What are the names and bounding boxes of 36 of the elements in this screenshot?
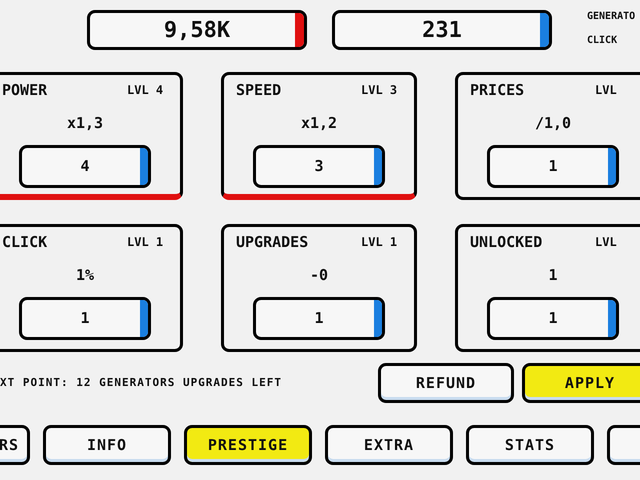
level-label: LVL — [595, 82, 617, 99]
level-label: LVL — [595, 234, 617, 251]
level-label: LVL 1 — [127, 234, 164, 251]
counter-label: CLICK — [587, 35, 618, 47]
effect-value: 1% — [76, 265, 94, 285]
counter-display: 231 — [332, 10, 552, 50]
effect-value: /1,0 — [534, 113, 572, 133]
points-field[interactable]: 4 — [19, 145, 151, 188]
level-label: LVL 3 — [361, 82, 398, 99]
tab[interactable]: PRESTIGE — [184, 425, 312, 465]
points-field[interactable]: 1 — [487, 297, 619, 340]
tab[interactable]: INFO — [43, 425, 171, 465]
action-button[interactable]: REFUND — [378, 363, 514, 403]
effect-value: -0 — [310, 265, 328, 285]
card-title: UNLOCKED — [470, 232, 542, 253]
card-title: SPEED — [236, 80, 282, 101]
tab[interactable]: EXTRA — [325, 425, 453, 465]
effect-value: 1 — [548, 265, 558, 285]
tab[interactable]: STATS — [466, 425, 594, 465]
points-field[interactable]: 3 — [253, 145, 385, 188]
effect-value: x1,3 — [66, 113, 104, 133]
counter-label: GENERATO — [587, 11, 636, 23]
points-field[interactable]: 1 — [487, 145, 619, 188]
next-point-text: XT POINT: 12 GENERATORS UPGRADES LEFT — [0, 374, 284, 391]
action-button[interactable]: APPLY — [522, 363, 640, 403]
points-field[interactable]: 1 — [19, 297, 151, 340]
card-title: POWER — [2, 80, 48, 101]
counter-display: 9,58K — [87, 10, 307, 50]
card-title: UPGRADES — [236, 232, 308, 253]
card-title: CLICK — [2, 232, 48, 253]
level-label: LVL 1 — [361, 234, 398, 251]
card-title: PRICES — [470, 80, 524, 101]
effect-value: x1,2 — [300, 113, 338, 133]
level-label: LVL 4 — [127, 82, 164, 99]
points-field[interactable]: 1 — [253, 297, 385, 340]
tab[interactable]: RS — [0, 425, 30, 465]
